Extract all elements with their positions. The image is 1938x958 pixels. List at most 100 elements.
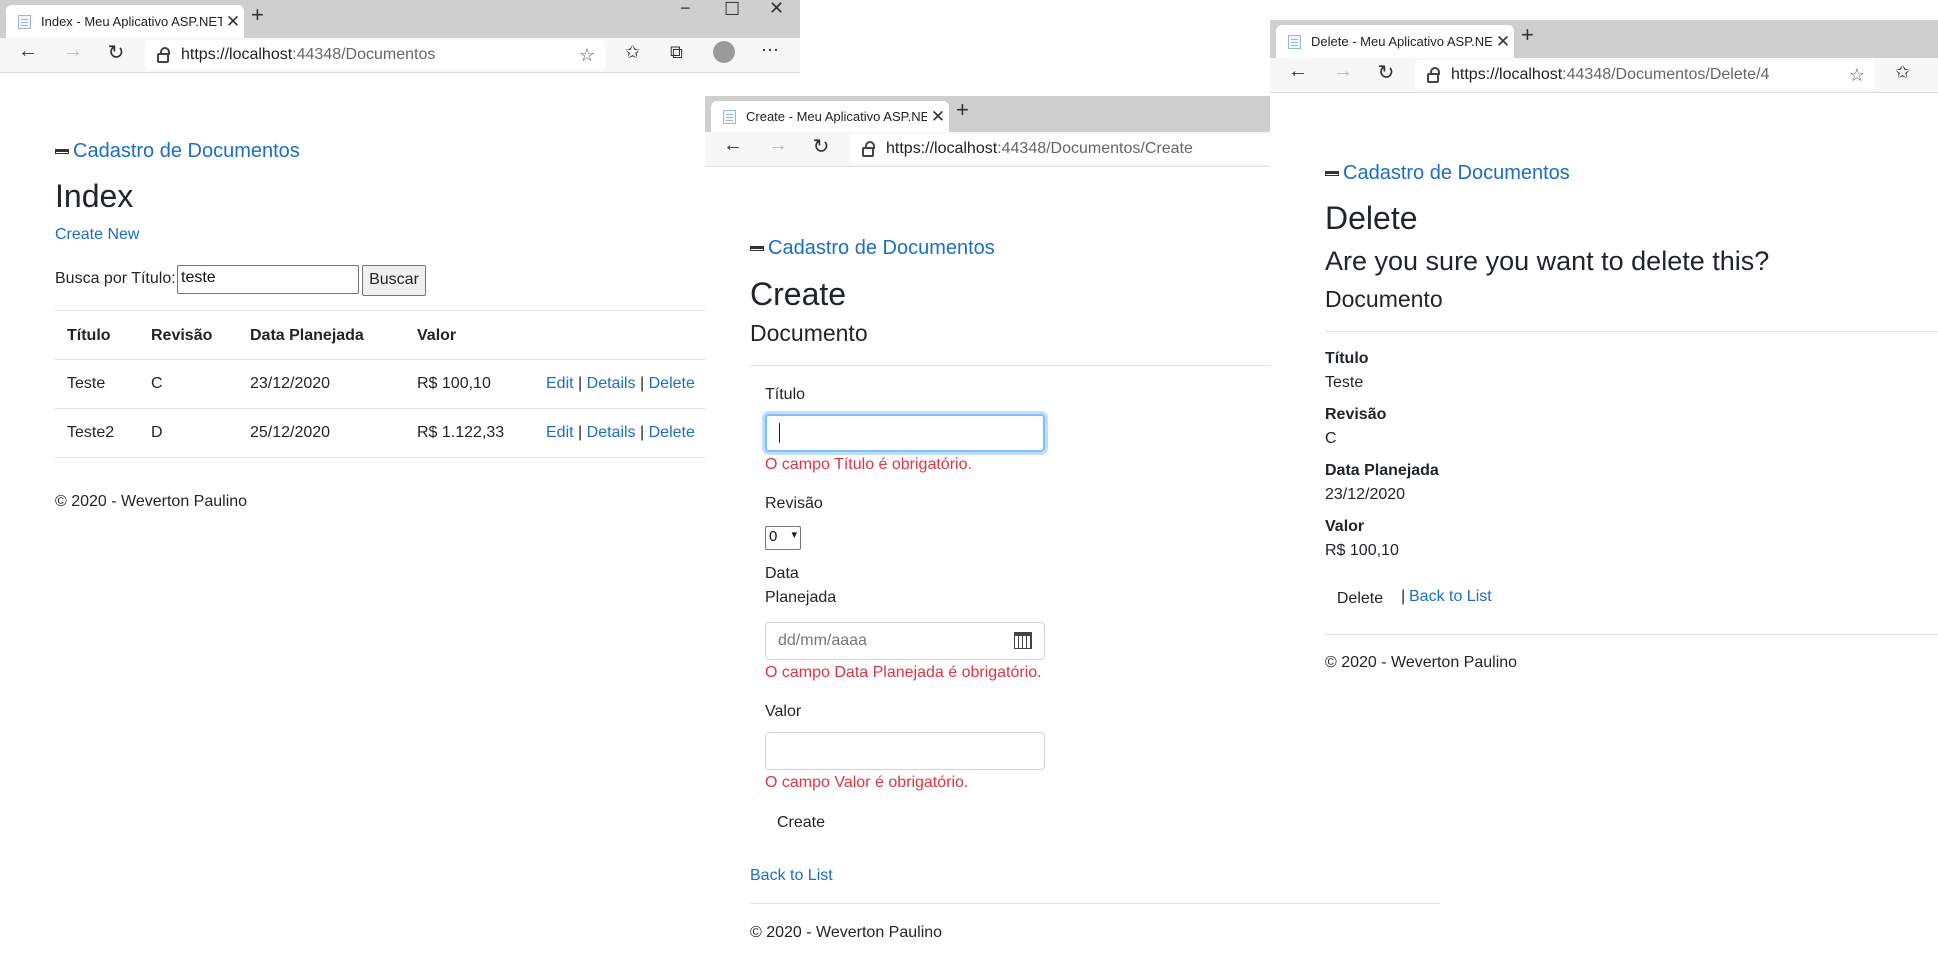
favorites-icon[interactable]: ✩ bbox=[1895, 62, 1910, 83]
lock-icon bbox=[157, 47, 170, 63]
url-path: :44348/Documentos bbox=[292, 46, 436, 63]
calendar-icon[interactable] bbox=[1014, 632, 1032, 649]
divider bbox=[750, 365, 1270, 366]
valor-error: O campo Valor é obrigatório. bbox=[765, 774, 969, 791]
data-planejada-input[interactable]: dd/mm/aaaa bbox=[765, 622, 1045, 660]
refresh-icon[interactable]: ↻ bbox=[806, 134, 836, 159]
cell-actions: Edit | Details | Delete bbox=[534, 408, 710, 458]
search-button[interactable]: Buscar bbox=[362, 265, 426, 296]
edit-link[interactable]: Edit bbox=[546, 375, 574, 392]
back-icon[interactable]: ← bbox=[13, 40, 43, 63]
browser-tab-create[interactable]: Create - Meu Aplicativo ASP.NET ✕ bbox=[711, 101, 949, 132]
new-tab-icon[interactable]: + bbox=[251, 2, 264, 28]
profile-avatar-icon[interactable] bbox=[713, 41, 735, 63]
address-bar[interactable]: https://localhost:44348/Documentos/Creat… bbox=[850, 134, 1270, 164]
tab-title: Delete - Meu Aplicativo ASP.NET bbox=[1311, 34, 1492, 49]
tab-strip: Delete - Meu Aplicativo ASP.NET ✕ + bbox=[1270, 20, 1938, 58]
delete-link[interactable]: Delete bbox=[649, 375, 695, 392]
column-header-data: Data Planejada bbox=[250, 326, 364, 344]
valor-input[interactable] bbox=[765, 732, 1045, 770]
revisao-selected-value: 0 bbox=[769, 528, 778, 545]
back-to-list-link[interactable]: Back to List bbox=[750, 867, 833, 885]
favorite-star-icon[interactable]: ☆ bbox=[1849, 65, 1865, 86]
divider bbox=[750, 903, 1270, 904]
browser-tab-delete[interactable]: Delete - Meu Aplicativo ASP.NET ✕ bbox=[1276, 25, 1514, 58]
brand-text: Cadastro de Documentos bbox=[768, 237, 995, 259]
delete-link[interactable]: Delete bbox=[649, 424, 695, 441]
cell-valor: R$ 1.122,33 bbox=[405, 408, 534, 458]
column-header-revisao: Revisão bbox=[151, 326, 213, 344]
url-host: https://localhost bbox=[181, 46, 293, 63]
cell-valor: R$ 100,10 bbox=[405, 359, 534, 409]
data-label-line1: Data bbox=[765, 565, 799, 582]
new-tab-icon[interactable]: + bbox=[956, 97, 969, 123]
back-icon[interactable]: ← bbox=[1283, 60, 1313, 83]
back-to-list-link[interactable]: Back to List bbox=[1409, 588, 1492, 606]
separator: | bbox=[578, 375, 583, 392]
separator: | bbox=[1401, 588, 1406, 605]
more-menu-icon[interactable]: ⋯ bbox=[761, 40, 779, 61]
browser-tab-index[interactable]: Index - Meu Aplicativo ASP.NET ✕ bbox=[6, 5, 244, 38]
create-button[interactable]: Create bbox=[765, 808, 837, 838]
minimize-icon[interactable]: − bbox=[680, 0, 691, 19]
favorite-star-icon[interactable]: ☆ bbox=[579, 45, 595, 66]
chevron-down-icon: ▾ bbox=[791, 529, 797, 541]
nav-bar: ← → ↻ https://localhost:44348/Documentos… bbox=[0, 38, 800, 73]
close-tab-icon[interactable]: ✕ bbox=[222, 12, 244, 32]
titulo-input[interactable] bbox=[765, 414, 1045, 452]
confirm-question: Are you sure you want to delete this? bbox=[1325, 246, 1770, 276]
delete-button[interactable]: Delete bbox=[1325, 585, 1395, 613]
nav-bar: ← → ↻ https://localhost:44348/Documentos… bbox=[705, 132, 1270, 167]
browser-window-delete: Delete - Meu Aplicativo ASP.NET ✕ + ← → … bbox=[1270, 20, 1938, 958]
maximize-icon[interactable]: ☐ bbox=[724, 0, 740, 20]
page-favicon-icon bbox=[1288, 34, 1301, 49]
page-title: Index bbox=[55, 178, 134, 214]
brand-text: Cadastro de Documentos bbox=[73, 140, 300, 162]
search-input[interactable]: teste bbox=[177, 265, 359, 294]
close-window-icon[interactable]: ✕ bbox=[769, 0, 784, 19]
brand-logo-icon bbox=[1325, 171, 1339, 177]
navbar-brand[interactable]: Cadastro de Documentos bbox=[55, 140, 300, 163]
edit-link[interactable]: Edit bbox=[546, 424, 574, 441]
collections-icon[interactable]: ⧉ bbox=[670, 42, 683, 63]
revisao-select[interactable]: 0 ▾ bbox=[765, 526, 801, 550]
details-link[interactable]: Details bbox=[587, 424, 636, 441]
forward-icon[interactable]: → bbox=[1328, 60, 1358, 83]
field-value-titulo: Teste bbox=[1325, 374, 1364, 391]
refresh-icon[interactable]: ↻ bbox=[1371, 60, 1401, 85]
titulo-label: Título bbox=[765, 386, 806, 403]
url-path: :44348/Documentos/Delete/4 bbox=[1562, 66, 1770, 83]
section-title: Documento bbox=[1325, 286, 1443, 312]
page-title: Create bbox=[750, 276, 847, 312]
forward-icon[interactable]: → bbox=[763, 134, 793, 157]
valor-label: Valor bbox=[765, 703, 802, 720]
footer-text: © 2020 - Weverton Paulino bbox=[1325, 654, 1518, 671]
close-tab-icon[interactable]: ✕ bbox=[1492, 32, 1514, 52]
lock-icon bbox=[862, 141, 875, 157]
cell-titulo: Teste bbox=[55, 359, 139, 409]
new-tab-icon[interactable]: + bbox=[1521, 22, 1534, 48]
brand-logo-icon bbox=[750, 246, 764, 252]
refresh-icon[interactable]: ↻ bbox=[101, 40, 131, 65]
url-host: https://localhost bbox=[1451, 66, 1563, 83]
back-icon[interactable]: ← bbox=[718, 134, 748, 157]
data-error: O campo Data Planejada é obrigatório. bbox=[765, 664, 1042, 681]
footer-text: © 2020 - Weverton Paulino bbox=[750, 924, 943, 941]
browser-window-create: Create - Meu Aplicativo ASP.NET ✕ + ← → … bbox=[705, 96, 1270, 958]
navbar-brand[interactable]: Cadastro de Documentos bbox=[750, 237, 995, 260]
navbar-brand[interactable]: Cadastro de Documentos bbox=[1325, 162, 1570, 185]
favorites-icon[interactable]: ✩ bbox=[625, 42, 640, 63]
data-label-line2: Planejada bbox=[765, 589, 837, 606]
close-tab-icon[interactable]: ✕ bbox=[927, 107, 949, 127]
address-bar[interactable]: https://localhost:44348/Documentos ☆ bbox=[145, 40, 605, 70]
separator: | bbox=[640, 424, 645, 441]
address-bar[interactable]: https://localhost:44348/Documentos/Delet… bbox=[1415, 60, 1875, 90]
forward-icon[interactable]: → bbox=[58, 40, 88, 63]
details-link[interactable]: Details bbox=[587, 375, 636, 392]
create-new-link[interactable]: Create New bbox=[55, 226, 139, 244]
brand-logo-icon bbox=[55, 149, 69, 155]
cell-actions: Edit | Details | Delete bbox=[534, 359, 710, 409]
page-title: Delete bbox=[1325, 200, 1418, 236]
page-favicon-icon bbox=[723, 109, 736, 124]
field-label-revisao: Revisão bbox=[1325, 406, 1387, 423]
